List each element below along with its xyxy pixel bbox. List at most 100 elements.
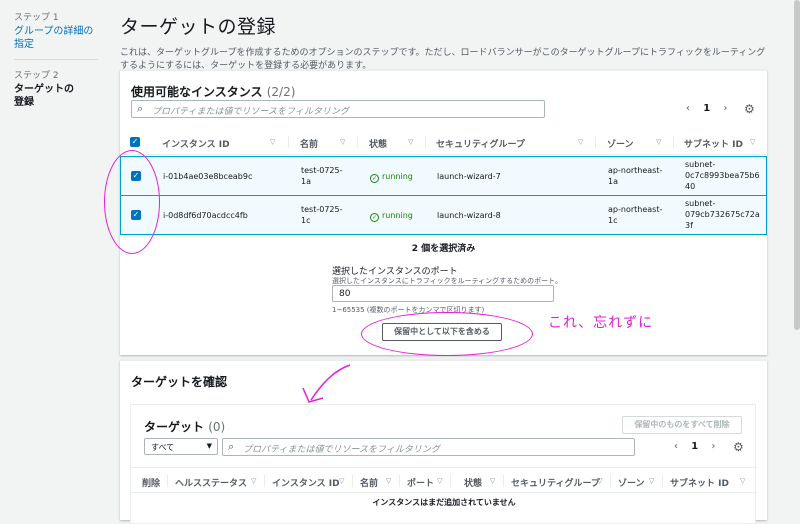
- column-divider: [357, 136, 358, 148]
- sort-icon[interactable]: ▽: [340, 138, 345, 146]
- column-divider: [503, 475, 504, 487]
- column-divider: [610, 475, 611, 487]
- main-content: ターゲットの登録 これは、ターゲットグループを作成するためのオプションのステップ…: [120, 0, 800, 524]
- instance-id: i-0d8df6d70acdcc4fb: [163, 211, 248, 220]
- instance-name: test-0725- 1c: [301, 205, 343, 225]
- col-remove: 削除: [142, 479, 161, 489]
- targets-container: ターゲット (0) 保留中のものをすべて削除 すべて ▼ ⌕ プロパティまたは値…: [130, 404, 757, 524]
- gear-icon[interactable]: ⚙: [744, 102, 755, 116]
- col-state[interactable]: 状態: [369, 137, 387, 150]
- state-text: running: [382, 211, 413, 220]
- instances-table-header: ✓ インスタンス ID ▽ 名前 ▽ 状態 ▽ セキュリティグループ ▽ ゾーン…: [120, 129, 767, 155]
- wizard-steps-sidebar: ステップ 1 グループの詳細の指定 ステップ 2 ターゲットの登録: [0, 0, 110, 515]
- col-zone[interactable]: ゾーン: [618, 476, 645, 489]
- col-subnet-id[interactable]: サブネット ID: [670, 476, 729, 489]
- instance-search-input[interactable]: ⌕ プロパティまたは値でリソースをフィルタリング: [131, 100, 545, 118]
- column-divider: [288, 136, 289, 148]
- instance-name: test-0725- 1a: [301, 166, 343, 186]
- available-instances-title: 使用可能なインスタンス (2/2): [131, 83, 295, 100]
- col-state[interactable]: 状態: [464, 476, 482, 489]
- sort-icon[interactable]: ▽: [578, 138, 583, 146]
- column-divider: [425, 136, 426, 148]
- subnet-id: subnet- 079cb732675c72a 3f: [685, 199, 760, 230]
- filter-select-value: すべて: [151, 443, 175, 452]
- checkbox-highlight-ellipse: [104, 150, 160, 254]
- step2-number: ステップ 2: [14, 71, 59, 81]
- targets-table-header: 削除 ヘルスステータス ▽ インスタンス ID ▽ 名前 ▽ ポート ▽ 状態 …: [131, 467, 757, 493]
- page-title: ターゲットの登録: [120, 16, 277, 38]
- instance-state: ✓ running: [370, 171, 413, 183]
- next-page-icon[interactable]: ›: [723, 103, 727, 114]
- search-placeholder: プロパティまたは値でリソースをフィルタリング: [243, 445, 440, 455]
- sort-icon[interactable]: ▽: [386, 477, 391, 485]
- sort-icon[interactable]: ▽: [251, 477, 256, 485]
- sort-icon[interactable]: ▽: [490, 477, 495, 485]
- gear-icon[interactable]: ⚙: [733, 440, 744, 454]
- column-divider: [450, 475, 451, 487]
- sort-icon[interactable]: ▽: [750, 138, 755, 146]
- empty-state-message: インスタンスはまだ追加されていません: [372, 498, 516, 507]
- pagination: ‹ 1 ›: [669, 441, 720, 452]
- targets-title: ターゲット (0): [144, 418, 225, 435]
- page-number[interactable]: 1: [703, 103, 710, 114]
- zone: ap-northeast- 1c: [608, 205, 663, 225]
- sort-icon[interactable]: ▽: [408, 138, 413, 146]
- caret-down-icon: ▼: [206, 442, 212, 450]
- column-divider: [167, 475, 168, 487]
- col-subnet-id[interactable]: サブネット ID: [684, 137, 743, 150]
- col-instance-id[interactable]: インスタンス ID: [162, 137, 230, 150]
- col-security-group[interactable]: セキュリティグループ: [436, 137, 525, 150]
- sort-icon[interactable]: ▽: [740, 477, 745, 485]
- sort-icon[interactable]: ▽: [649, 477, 654, 485]
- available-count: (2/2): [266, 85, 296, 99]
- instance-id: i-01b4ae03e8bceab9c: [163, 172, 253, 181]
- review-targets-title: ターゲットを確認: [131, 375, 228, 389]
- annotation-note: これ、忘れずに: [548, 315, 654, 331]
- search-icon: ⌕: [228, 440, 235, 453]
- page-number[interactable]: 1: [691, 441, 698, 452]
- table-row[interactable]: ✓ i-0d8df6d70acdcc4fb test-0725- 1c ✓ run…: [120, 195, 767, 235]
- sidebar-divider: [14, 59, 98, 60]
- sort-icon[interactable]: ▽: [339, 477, 344, 485]
- column-divider: [399, 475, 400, 487]
- targets-title-text: ターゲット: [144, 420, 205, 434]
- check-circle-icon: ✓: [370, 213, 379, 222]
- prev-page-icon[interactable]: ‹: [686, 103, 690, 114]
- pagination: ‹ 1 ›: [681, 103, 732, 114]
- column-divider: [595, 136, 596, 148]
- next-page-icon[interactable]: ›: [711, 441, 715, 452]
- col-instance-id[interactable]: インスタンス ID: [272, 476, 340, 489]
- subnet-id: subnet- 0c7c8993bea75b6 40: [685, 160, 760, 191]
- include-button-highlight-ellipse: [361, 312, 533, 356]
- review-targets-panel: ターゲットを確認 ターゲット (0) 保留中のものをすべて削除 すべて ▼ ⌕ …: [120, 360, 767, 524]
- filter-select[interactable]: すべて ▼: [144, 438, 218, 455]
- zone: ap-northeast- 1a: [608, 166, 663, 186]
- step1-number: ステップ 1: [14, 13, 59, 23]
- column-divider: [264, 475, 265, 487]
- col-name[interactable]: 名前: [360, 476, 378, 489]
- col-zone[interactable]: ゾーン: [607, 137, 634, 150]
- sort-icon[interactable]: ▽: [437, 477, 442, 485]
- port-input[interactable]: 80: [332, 285, 554, 302]
- remove-all-pending-button[interactable]: 保留中のものをすべて削除: [622, 416, 742, 434]
- step2-current: ターゲットの登録: [14, 84, 74, 108]
- prev-page-icon[interactable]: ‹: [674, 441, 678, 452]
- search-placeholder: プロパティまたは値でリソースをフィルタリング: [152, 107, 349, 117]
- selected-count: 2 個を選択済み: [411, 244, 476, 254]
- targets-count: (0): [208, 420, 226, 434]
- sort-icon[interactable]: ▽: [597, 477, 602, 485]
- column-divider: [662, 475, 663, 487]
- col-security-group[interactable]: セキュリティグループ: [511, 476, 600, 489]
- sort-icon[interactable]: ▽: [656, 138, 661, 146]
- table-row[interactable]: ✓ i-01b4ae03e8bceab9c test-0725- 1a ✓ run…: [120, 156, 767, 196]
- col-name[interactable]: 名前: [300, 137, 318, 150]
- arrow-annotation-icon: [302, 364, 351, 403]
- col-port[interactable]: ポート: [407, 476, 434, 489]
- check-circle-icon: ✓: [370, 174, 379, 183]
- select-all-checkbox[interactable]: ✓: [130, 137, 140, 147]
- col-health-status[interactable]: ヘルスステータス: [175, 476, 247, 489]
- step1-link[interactable]: グループの詳細の指定: [14, 25, 94, 51]
- target-search-input[interactable]: ⌕ プロパティまたは値でリソースをフィルタリング: [222, 438, 635, 456]
- sort-icon[interactable]: ▽: [270, 138, 275, 146]
- state-text: running: [382, 172, 413, 181]
